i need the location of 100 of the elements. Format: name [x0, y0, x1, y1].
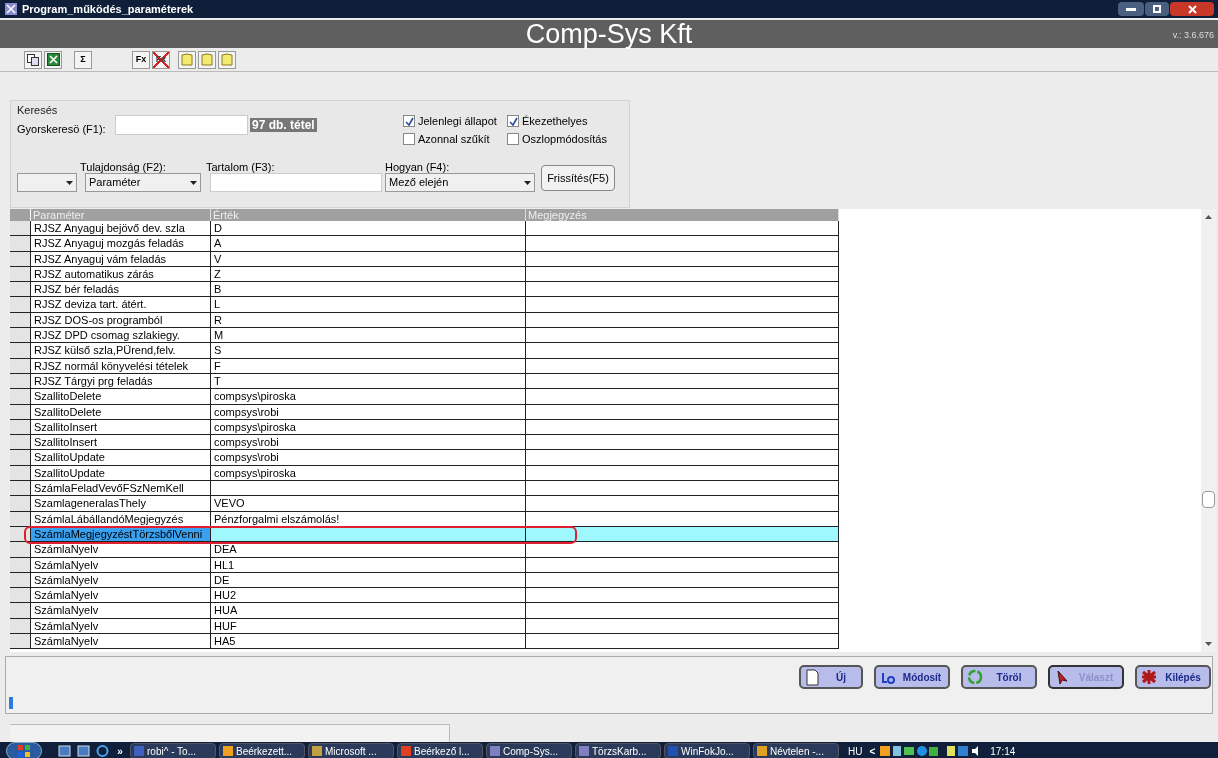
field-label: Gyorskeresö (F1):: [17, 122, 106, 137]
check-icon: [508, 116, 518, 126]
delete-button[interactable]: Töröl: [961, 665, 1037, 689]
row-header-cell[interactable]: [10, 435, 31, 450]
taskbar-item[interactable]: Beérkezett...: [219, 743, 305, 758]
copy-button[interactable]: [24, 50, 42, 69]
window-switch-button[interactable]: [75, 744, 91, 758]
show-desktop-button[interactable]: [56, 744, 72, 758]
more-button[interactable]: »: [113, 743, 127, 758]
row-header-cell[interactable]: [10, 496, 31, 511]
field-label: Tulajdonság (F2):: [80, 160, 166, 175]
table-cell: V: [211, 251, 526, 266]
table-cell: RJSZ Tárgyi prg feladás: [31, 373, 211, 389]
table-cell: SzámlaNyelv: [31, 572, 211, 588]
table-cell: SzámlaFeladVevőFSzNemKell: [31, 481, 211, 496]
table-cell: RJSZ bér feladás: [31, 282, 211, 297]
formula-button[interactable]: Fx: [132, 50, 150, 69]
row-header-cell[interactable]: [10, 297, 31, 312]
match-dropdown[interactable]: Mező elején: [385, 173, 535, 192]
exit-button[interactable]: Kilépés: [1135, 665, 1211, 689]
sum-button[interactable]: Σ: [74, 50, 92, 69]
table-cell: R: [211, 312, 526, 328]
table-cell: RJSZ Anyaguj mozgás feladás: [31, 236, 211, 251]
table-cell: compsys\robi: [211, 450, 526, 465]
note-button[interactable]: [178, 50, 196, 69]
new-button[interactable]: Új: [799, 665, 863, 689]
item-count-label: 97 db. tétel: [250, 118, 317, 132]
table-cell: SzámlaNyelv: [31, 618, 211, 633]
row-header-cell[interactable]: [10, 389, 31, 404]
taskbar-item[interactable]: Comp-Sys...: [486, 743, 572, 758]
edit-button[interactable]: Módosít: [874, 665, 950, 689]
quick-search-field[interactable]: [115, 115, 248, 135]
checkbox[interactable]: [507, 115, 519, 128]
row-header-cell[interactable]: [10, 634, 31, 649]
checkbox[interactable]: [403, 115, 415, 128]
spreadsheet-button[interactable]: [44, 50, 62, 69]
table-cell: M: [211, 328, 526, 343]
table-cell: compsys\robi: [211, 404, 526, 419]
note-button[interactable]: [218, 50, 236, 69]
property-dropdown[interactable]: Paraméter: [85, 173, 201, 192]
row-header-cell[interactable]: [10, 603, 31, 618]
scroll-down-icon: [1205, 642, 1212, 646]
table-cell: compsys\robi: [211, 435, 526, 450]
table-cell: T: [211, 373, 526, 389]
row-header-cell[interactable]: [10, 328, 31, 343]
windows-logo-icon: [17, 744, 31, 758]
row-header-cell[interactable]: [10, 343, 31, 358]
dropdown-arrow-icon: [524, 180, 531, 185]
taskbar-item[interactable]: Microsoft ...: [308, 743, 394, 758]
field-label: Hogyan (F4):: [385, 160, 450, 175]
scroll-thumb[interactable]: [1202, 491, 1215, 508]
window-switch-icon: [76, 745, 90, 757]
close-icon: [1187, 4, 1197, 14]
table-cell: compsys\piroska: [211, 419, 526, 435]
dropdown-arrow-icon: [190, 180, 197, 185]
checkbox-label: Jelenlegi állapot: [418, 114, 497, 129]
table-cell: L: [211, 297, 526, 312]
start-button[interactable]: [6, 742, 42, 758]
checkbox[interactable]: [507, 133, 519, 146]
table-cell: RJSZ Anyaguj bejövő dev. szla: [31, 221, 211, 236]
taskbar-item[interactable]: WinFokJo...: [664, 743, 750, 758]
dropdown-arrow-icon: [66, 180, 73, 185]
taskbar-item[interactable]: Névtelen -...: [753, 743, 839, 758]
maximize-button[interactable]: [1145, 2, 1169, 16]
checkbox[interactable]: [403, 133, 415, 146]
close-button[interactable]: [1170, 2, 1214, 16]
table-cell: DE: [211, 572, 526, 588]
tray-expand-button[interactable]: <: [869, 743, 876, 758]
row-header-cell[interactable]: [10, 542, 31, 557]
note-icon: [221, 53, 233, 66]
row-header-cell[interactable]: [10, 236, 31, 251]
content-field[interactable]: [210, 173, 382, 192]
column-header: Érték: [211, 209, 526, 221]
row-header-cell[interactable]: [10, 282, 31, 297]
table-cell: RJSZ deviza tart. átért.: [31, 297, 211, 312]
table-cell: SzallitoDelete: [31, 389, 211, 404]
progress-indicator: [9, 697, 13, 709]
window-title: Program_működés_paraméterek: [22, 1, 194, 17]
browser-button[interactable]: [94, 744, 110, 758]
field-label: Tartalom (F3):: [206, 160, 275, 175]
note-button[interactable]: [198, 50, 216, 69]
row-header-cell[interactable]: [10, 481, 31, 496]
spreadsheet-icon: [46, 53, 60, 66]
scrollbar[interactable]: [1201, 209, 1216, 652]
checkbox-label: Oszlopmódosítás: [522, 132, 607, 147]
taskbar-item[interactable]: TörzsKarb...: [575, 743, 661, 758]
table-cell: SzallitoInsert: [31, 435, 211, 450]
note-icon: [201, 53, 213, 66]
minimize-button[interactable]: [1118, 2, 1144, 16]
check-icon: [404, 116, 414, 126]
table-cell: SzallitoInsert: [31, 419, 211, 435]
exit-icon: [1141, 668, 1157, 686]
row-header-cell[interactable]: [10, 450, 31, 465]
taskbar-item[interactable]: Beérkező l...: [397, 743, 483, 758]
row-header-cell[interactable]: [10, 588, 31, 603]
taskbar-item[interactable]: robi^ - To...: [130, 743, 216, 758]
tray-icons-drawing: [880, 745, 939, 757]
refresh-button[interactable]: Frissítés(F5): [541, 165, 615, 191]
language-indicator[interactable]: HU: [848, 743, 863, 758]
row-header-cell[interactable]: [10, 221, 31, 236]
